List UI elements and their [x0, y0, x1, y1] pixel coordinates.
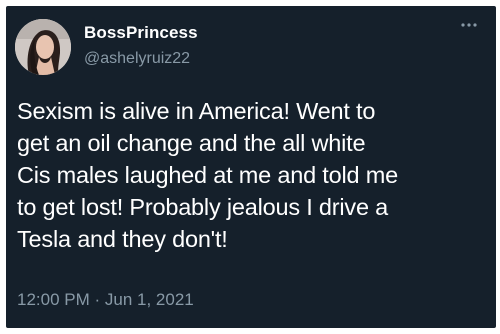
profile-photo-icon [15, 19, 71, 75]
more-options-button[interactable] [458, 14, 480, 36]
more-horizontal-icon [461, 23, 477, 27]
tweet-card: BossPrincess @ashelyruiz22 Sexism is ali… [6, 6, 496, 328]
user-handle[interactable]: @ashelyruiz22 [84, 50, 190, 68]
tweet-text: Sexism is alive in America! Went to get … [17, 98, 398, 252]
tweet-timestamp[interactable]: 12:00 PM · Jun 1, 2021 [17, 290, 194, 310]
avatar[interactable] [15, 19, 71, 75]
display-name[interactable]: BossPrincess [84, 23, 198, 43]
